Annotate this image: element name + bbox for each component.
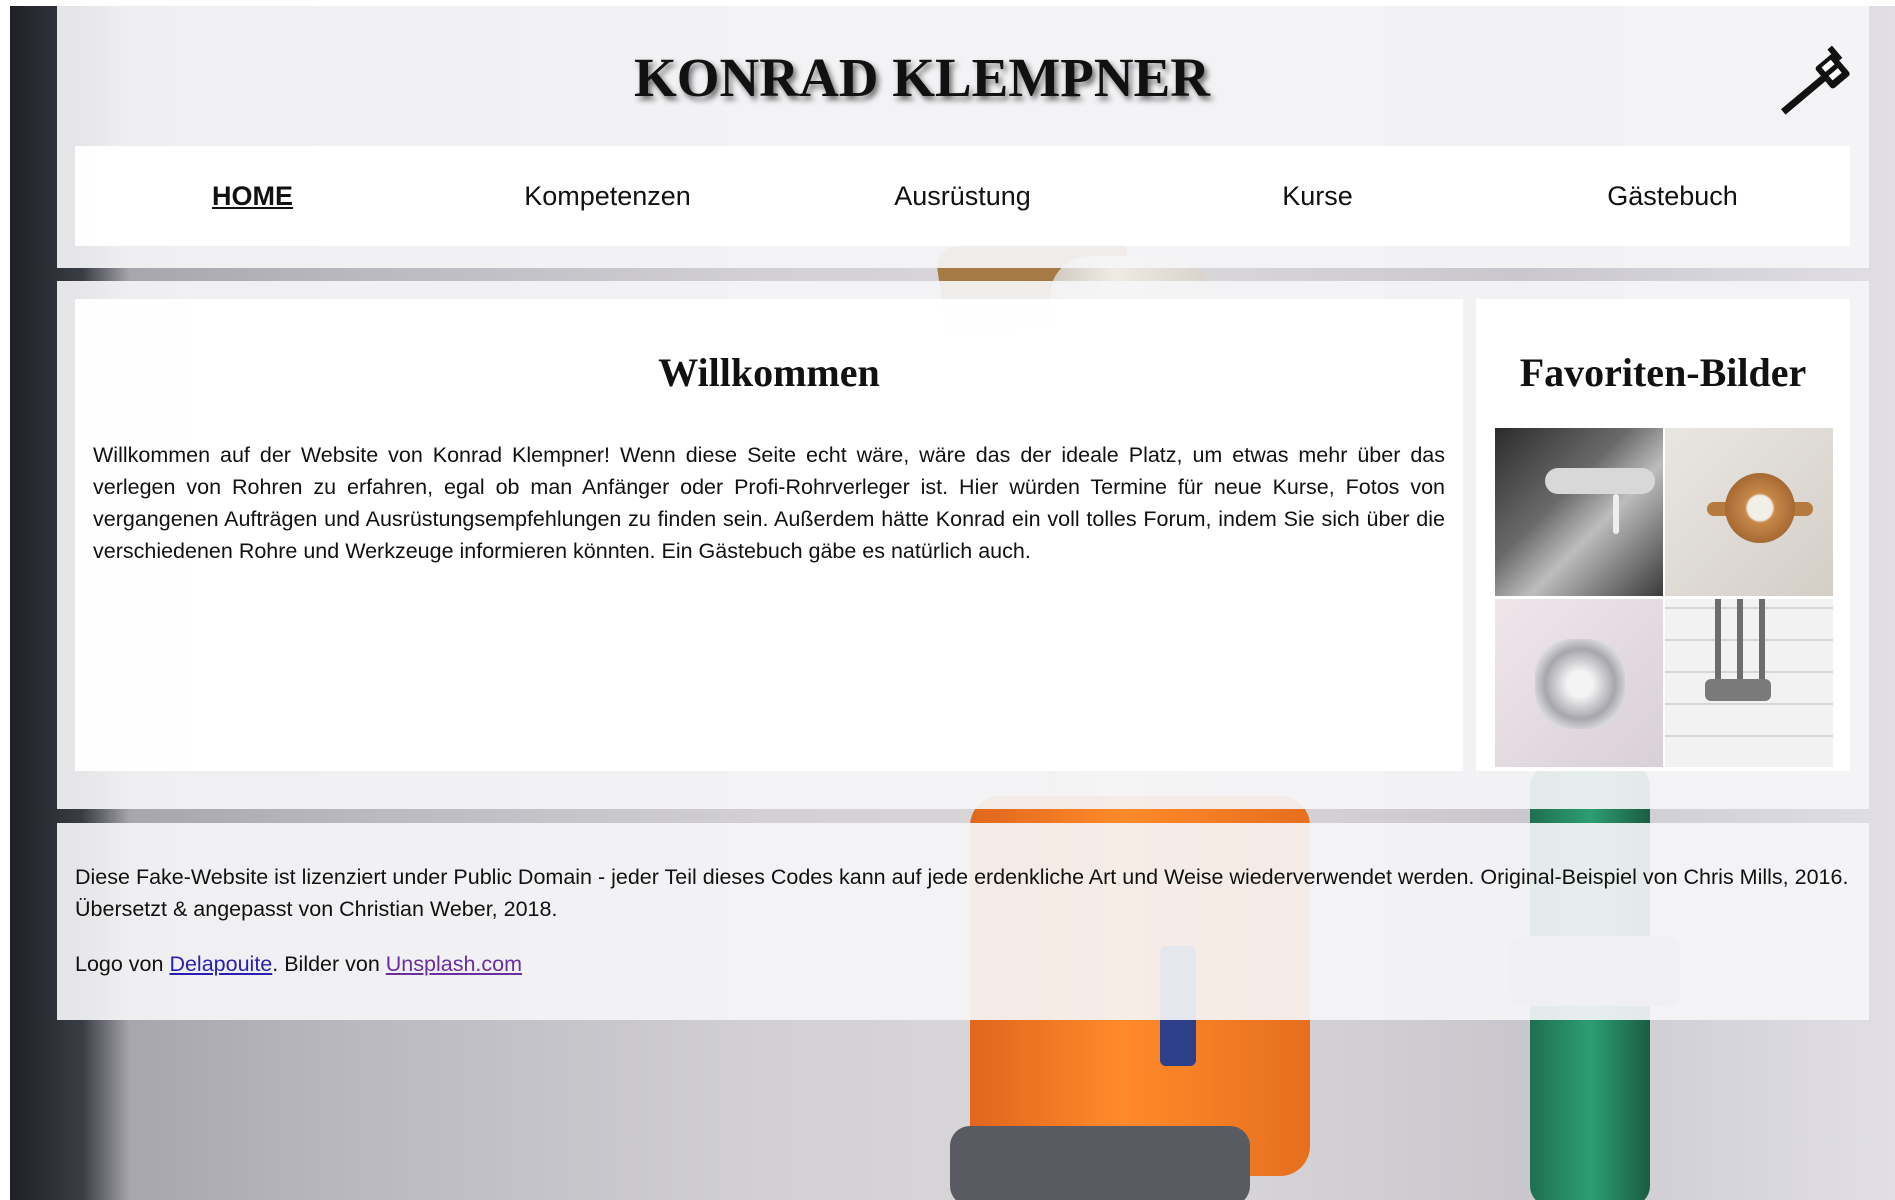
dripping-faucet-image[interactable] xyxy=(1495,428,1663,596)
main-section: Willkommen Willkommen auf der Website vo… xyxy=(57,281,1869,809)
brass-tap-image[interactable] xyxy=(1665,428,1833,596)
nav-item-kurse[interactable]: Kurse xyxy=(1140,146,1495,246)
credits-text: Logo von Delapouite. Bilder von Unsplash… xyxy=(75,948,522,980)
credits-prefix: Logo von xyxy=(75,952,170,976)
favorites-heading: Favoriten-Bilder xyxy=(1519,350,1807,395)
welcome-text: Willkommen auf der Website von Konrad Kl… xyxy=(93,443,1445,563)
chrome-valve-image[interactable] xyxy=(1495,599,1663,767)
nav-item-kompetenzen[interactable]: Kompetenzen xyxy=(430,146,785,246)
wall-pipes-image[interactable] xyxy=(1665,599,1833,767)
unsplash-link[interactable]: Unsplash.com xyxy=(386,952,522,976)
favorites-gallery xyxy=(1495,428,1833,770)
main-navigation: HOME Kompetenzen Ausrüstung Kurse Gästeb… xyxy=(75,146,1850,246)
pipe-wrench-icon xyxy=(1781,46,1850,115)
welcome-article: Willkommen Willkommen auf der Website vo… xyxy=(75,299,1463,771)
welcome-heading: Willkommen xyxy=(658,350,880,395)
favorites-sidebar: Favoriten-Bilder xyxy=(1476,299,1850,771)
nav-item-home[interactable]: HOME xyxy=(75,146,430,246)
delapouite-link[interactable]: Delapouite xyxy=(169,952,272,976)
nav-item-gaestebuch[interactable]: Gästebuch xyxy=(1495,146,1850,246)
nav-item-ausruestung[interactable]: Ausrüstung xyxy=(785,146,1140,246)
background-grey-ring xyxy=(950,1126,1250,1200)
site-title: KONRAD KLEMPNER xyxy=(634,47,1210,108)
site-header: KONRAD KLEMPNER HOME Kompetenzen Ausrüst… xyxy=(57,6,1869,268)
credits-middle: . Bilder von xyxy=(272,952,386,976)
site-footer: Diese Fake-Website ist lizenziert under … xyxy=(57,823,1869,1020)
license-text: Diese Fake-Website ist lizenziert under … xyxy=(75,865,1849,921)
